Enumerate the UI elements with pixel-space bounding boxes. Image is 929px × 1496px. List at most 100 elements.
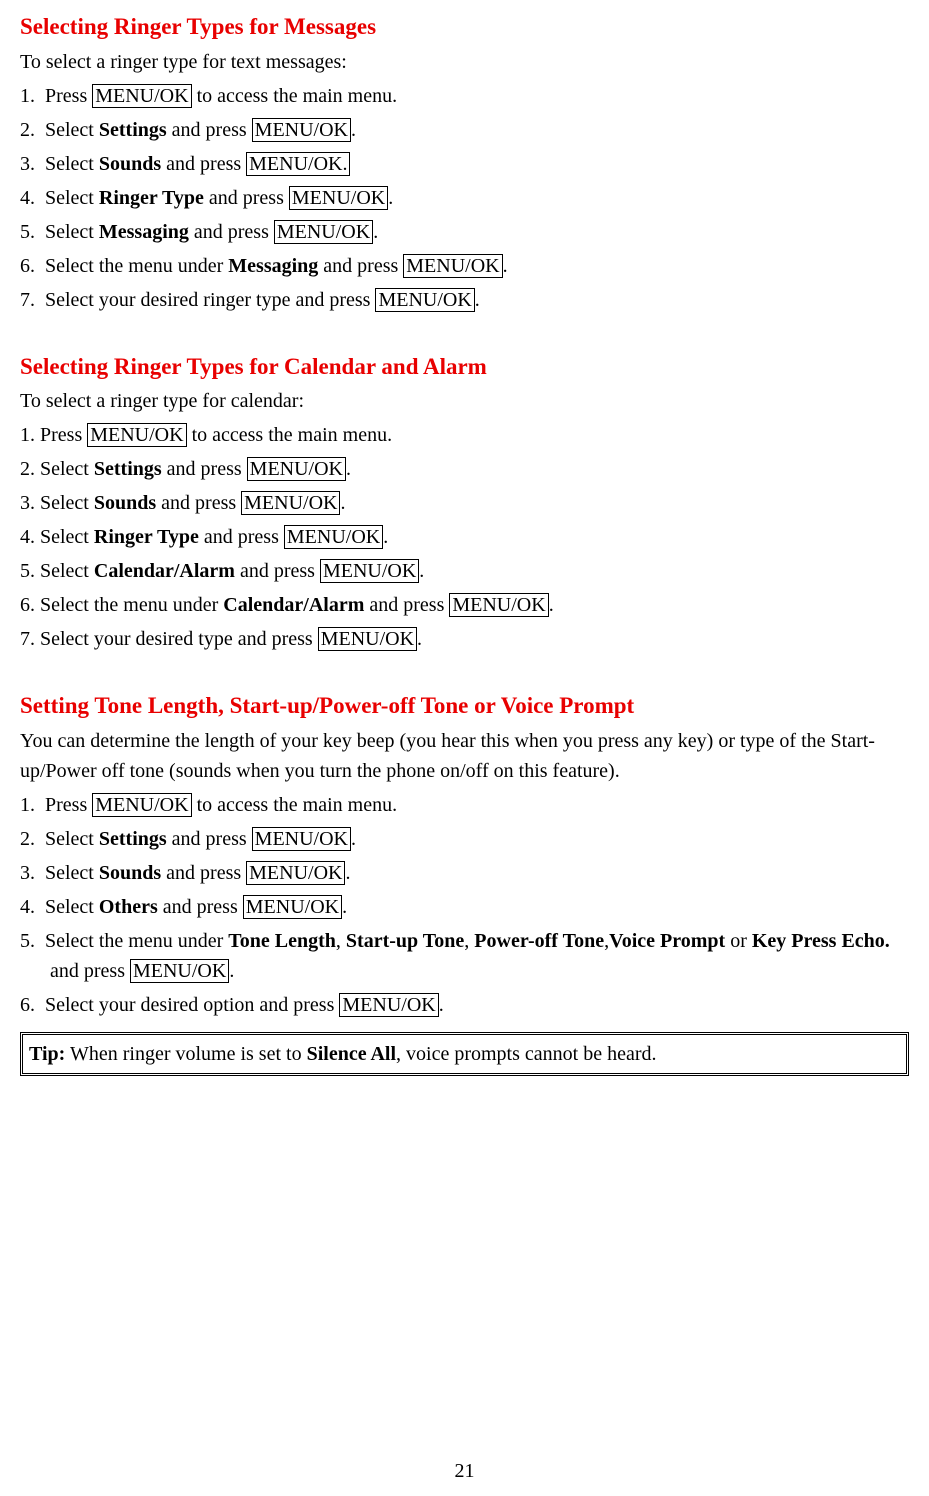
tip-label: Tip: [29, 1043, 65, 1065]
section-intro: You can determine the length of your key… [20, 726, 909, 786]
step-number: 2. [20, 828, 35, 850]
menu-option: Messaging [228, 255, 318, 277]
menu-ok-button: MENU/OK [246, 861, 345, 885]
step-text: . [373, 221, 378, 243]
list-item: 3. Select Sounds and press MENU/OK. [20, 488, 909, 518]
list-item: 4. Select Ringer Type and press MENU/OK. [20, 522, 909, 552]
tip-text: When ringer volume is set to [65, 1043, 306, 1065]
step-number: 5. [20, 221, 35, 243]
list-item: 4. Select Others and press MENU/OK. [20, 892, 909, 922]
step-number: 7. [20, 289, 35, 311]
step-list: 1. Press MENU/OK to access the main menu… [20, 81, 909, 315]
step-number: 2. [20, 119, 35, 141]
list-item: 6. Select the menu under Messaging and p… [20, 251, 909, 281]
step-text: . [340, 492, 345, 514]
step-text: 4. Select [20, 526, 94, 548]
menu-option: Sounds [99, 862, 161, 884]
step-list: 1. Press MENU/OK to access the main menu… [20, 420, 909, 654]
page-number: 21 [20, 1456, 909, 1486]
tip-text: , voice prompts cannot be heard. [396, 1043, 656, 1065]
step-text: . [346, 458, 351, 480]
menu-option: Voice Prompt [609, 930, 725, 952]
menu-option: Settings [99, 119, 167, 141]
list-item: 1. Press MENU/OK to access the main menu… [20, 790, 909, 820]
step-text: and press [162, 458, 247, 480]
menu-ok-button: MENU/OK [130, 959, 229, 983]
list-item: 5. Select Messaging and press MENU/OK. [20, 217, 909, 247]
step-text: 5. Select [20, 560, 94, 582]
step-text: and press [50, 960, 130, 982]
step-text: and press [161, 862, 246, 884]
step-text: Press [45, 85, 92, 107]
section-heading: Selecting Ringer Types for Messages [20, 10, 909, 45]
step-number: 6. [20, 994, 35, 1016]
list-item: 5. Select Calendar/Alarm and press MENU/… [20, 556, 909, 586]
step-text: . [351, 828, 356, 850]
step-text: Select [45, 828, 99, 850]
list-item: 2. Select Settings and press MENU/OK. [20, 115, 909, 145]
menu-ok-button: MENU/OK [243, 895, 342, 919]
menu-ok-button: MENU/OK [252, 118, 351, 142]
step-text: . [345, 862, 350, 884]
step-text: . [229, 960, 234, 982]
step-number: 6. [20, 255, 35, 277]
menu-option: Start-up Tone [346, 930, 464, 952]
step-text: and press [235, 560, 320, 582]
menu-option: Sounds [94, 492, 156, 514]
tip-option: Silence All [307, 1043, 396, 1065]
menu-option: Tone Length [228, 930, 336, 952]
step-text: . [342, 896, 347, 918]
menu-option: Calendar/Alarm [223, 594, 364, 616]
section-heading: Setting Tone Length, Start-up/Power-off … [20, 689, 909, 724]
step-text: and press [204, 187, 289, 209]
list-item: 2. Select Settings and press MENU/OK. [20, 824, 909, 854]
menu-ok-button: MENU/OK [375, 288, 474, 312]
step-text: , [464, 930, 474, 952]
step-text: . [351, 119, 356, 141]
section-intro: To select a ringer type for calendar: [20, 386, 909, 416]
step-text: . [419, 560, 424, 582]
step-text: . [549, 594, 554, 616]
step-text: . [388, 187, 393, 209]
step-text: Select your desired option and press [45, 994, 339, 1016]
menu-option: Settings [99, 828, 167, 850]
menu-option: Ringer Type [94, 526, 199, 548]
step-text: and press [156, 492, 241, 514]
step-text: 2. Select [20, 458, 94, 480]
section-ringer-calendar: Selecting Ringer Types for Calendar and … [20, 350, 909, 655]
menu-ok-button: MENU/OK [274, 220, 373, 244]
tip-box: Tip: When ringer volume is set to Silenc… [20, 1032, 909, 1076]
step-text: and press [161, 153, 246, 175]
section-tone-length: Setting Tone Length, Start-up/Power-off … [20, 689, 909, 1020]
step-text: . [417, 628, 422, 650]
step-number: 3. [20, 153, 35, 175]
section-ringer-messages: Selecting Ringer Types for Messages To s… [20, 10, 909, 315]
menu-ok-button: MENU/OK [284, 525, 383, 549]
step-text: Select [45, 119, 99, 141]
step-list: 1. Press MENU/OK to access the main menu… [20, 790, 909, 1020]
step-text: Select the menu under [45, 255, 228, 277]
menu-option: Sounds [99, 153, 161, 175]
list-item: 4. Select Ringer Type and press MENU/OK. [20, 183, 909, 213]
step-text: to access the main menu. [192, 794, 398, 816]
step-text: and press [189, 221, 274, 243]
menu-ok-button: MENU/OK [339, 993, 438, 1017]
list-item: 1. Press MENU/OK to access the main menu… [20, 81, 909, 111]
step-text: and press [199, 526, 284, 548]
list-item: 2. Select Settings and press MENU/OK. [20, 454, 909, 484]
menu-ok-button: MENU/OK [449, 593, 548, 617]
list-item: 5. Select the menu under Tone Length, St… [20, 926, 909, 986]
menu-ok-button: MENU/OK [252, 827, 351, 851]
step-text: Select the menu under [45, 930, 228, 952]
step-text: to access the main menu. [187, 424, 393, 446]
step-text: and press [318, 255, 403, 277]
menu-ok-button: MENU/OK [318, 627, 417, 651]
menu-option: Calendar/Alarm [94, 560, 235, 582]
step-text: Select [45, 896, 99, 918]
step-text: . [475, 289, 480, 311]
list-item: 6. Select the menu under Calendar/Alarm … [20, 590, 909, 620]
step-text: Select [45, 862, 99, 884]
step-text: 7. Select your desired type and press [20, 628, 318, 650]
list-item: 7. Select your desired type and press ME… [20, 624, 909, 654]
step-text: or [725, 930, 752, 952]
